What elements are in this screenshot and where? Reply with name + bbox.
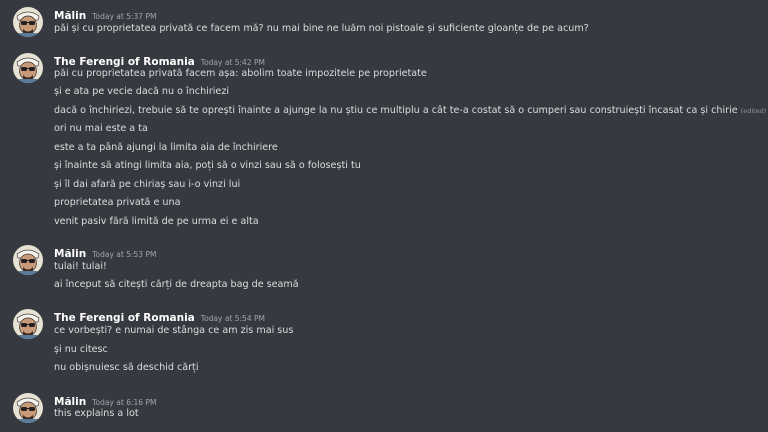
avatar[interactable] — [13, 309, 43, 339]
message-header: The Ferengi of Romania Today at 5:54 PM — [54, 308, 265, 324]
message-text: nu obișnuiesc să deschid cărți — [54, 362, 199, 373]
avatar[interactable] — [13, 393, 43, 423]
message-text: ori nu mai este a ta — [54, 123, 148, 134]
message-timestamp: Today at 5:37 PM — [92, 12, 157, 21]
message-text: proprietatea privată e una — [54, 197, 181, 208]
message-text: ai început să citești cărți de dreapta b… — [54, 279, 299, 290]
message-text: dacă o închiriezi, trebuie să te oprești… — [54, 104, 766, 118]
message-text: este a ta până ajungi la limita aia de î… — [54, 142, 278, 153]
avatar[interactable] — [13, 53, 43, 83]
message-text: și înainte să atingi limita aia, poți să… — [54, 160, 361, 171]
message-text: ce vorbești? e numai de stânga ce am zis… — [54, 325, 294, 336]
author-name[interactable]: The Ferengi of Romania — [54, 312, 195, 324]
message-text: venit pasiv fără limită de pe urma ei e … — [54, 216, 259, 227]
message-header: Mălin Today at 5:37 PM — [54, 6, 156, 22]
avatar-face-icon — [13, 393, 43, 423]
avatar-face-icon — [13, 309, 43, 339]
message-header: Mălin Today at 5:53 PM — [54, 244, 156, 260]
author-name[interactable]: Mălin — [54, 248, 86, 260]
message-text: this explains a lot — [54, 408, 139, 419]
avatar-face-icon — [13, 245, 43, 275]
message-text: păi și cu proprietatea privată ce facem … — [54, 23, 589, 34]
message-text: tulai! tulai! — [54, 261, 107, 272]
message-text: păi cu proprietatea privată facem așa: a… — [54, 68, 427, 79]
message-text: și nu citesc — [54, 344, 108, 355]
message-text: și îl dai afară pe chiriaș sau i-o vinzi… — [54, 179, 241, 190]
avatar-face-icon — [13, 53, 43, 83]
edited-label: (edited) — [740, 107, 767, 115]
message-timestamp: Today at 5:53 PM — [92, 250, 157, 259]
chat-message-list: Mălin Today at 5:37 PM păi și cu propriet… — [0, 0, 768, 432]
message-header: Mălin Today at 6:16 PM — [54, 392, 156, 408]
message-timestamp: Today at 5:42 PM — [200, 58, 265, 67]
author-name[interactable]: Mălin — [54, 10, 86, 22]
message-text: și e ata pe vecie dacă nu o închiriezi — [54, 86, 230, 97]
message-timestamp: Today at 5:54 PM — [200, 314, 265, 323]
avatar-face-icon — [13, 7, 43, 37]
message-header: The Ferengi of Romania Today at 5:42 PM — [54, 52, 265, 68]
message-timestamp: Today at 6:16 PM — [92, 398, 157, 407]
message-text-content: dacă o închiriezi, trebuie să te oprești… — [54, 105, 738, 116]
avatar[interactable] — [13, 245, 43, 275]
avatar[interactable] — [13, 7, 43, 37]
